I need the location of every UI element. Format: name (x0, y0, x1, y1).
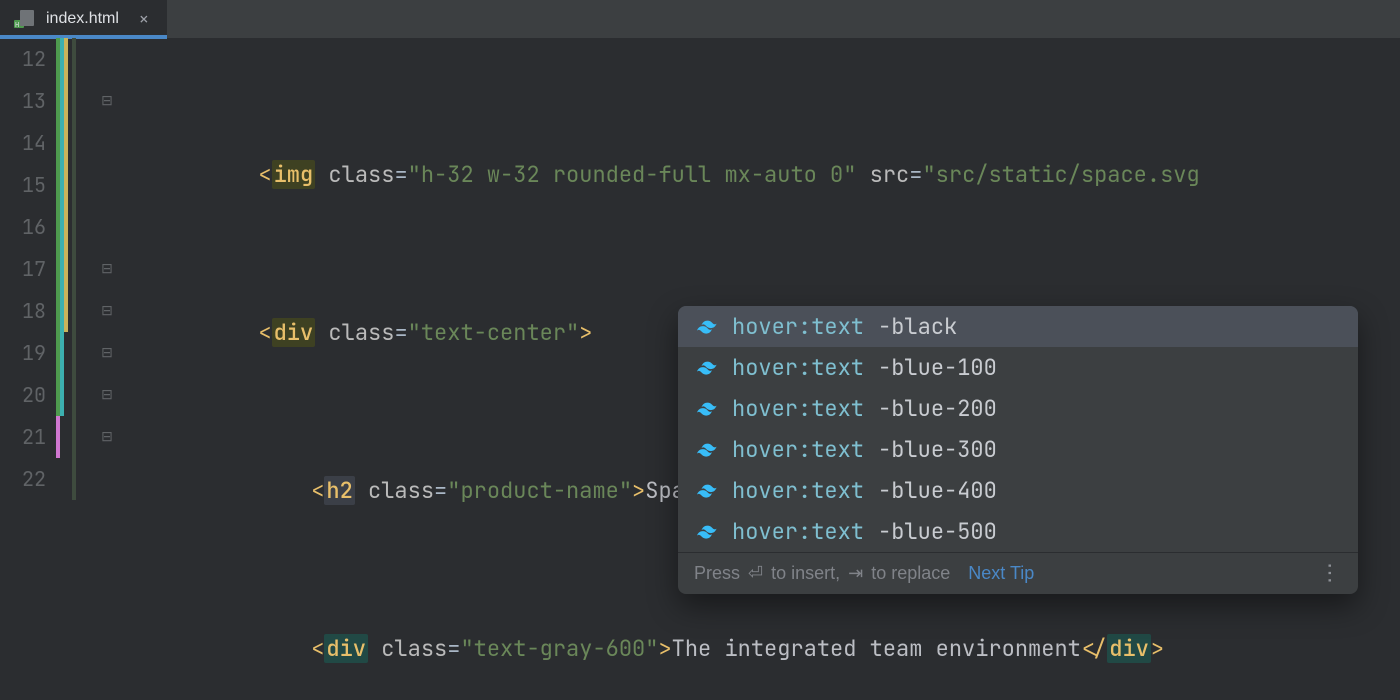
line-number: 18 (0, 290, 56, 332)
close-icon[interactable]: × (135, 10, 153, 28)
line-number: 20 (0, 374, 56, 416)
autocomplete-item-suffix: -blue-400 (878, 476, 997, 505)
autocomplete-item-match: hover:text (732, 517, 864, 546)
autocomplete-item-suffix: -blue-500 (878, 517, 997, 546)
more-options-icon[interactable]: ⋯ (1317, 562, 1343, 586)
html-file-icon: H (14, 10, 36, 28)
autocomplete-item[interactable]: hover:text -blue-500 (678, 511, 1358, 552)
autocomplete-item[interactable]: hover:text -blue-100 (678, 347, 1358, 388)
line-number: 15 (0, 164, 56, 206)
autocomplete-item[interactable]: hover:text -blue-300 (678, 429, 1358, 470)
autocomplete-item-suffix: -blue-200 (878, 394, 997, 423)
autocomplete-item-suffix: -black (878, 312, 957, 341)
tailwind-icon (696, 316, 718, 338)
svg-text:H: H (15, 22, 19, 28)
autocomplete-popup: hover:text-blackhover:text-blue-100hover… (678, 306, 1358, 594)
tailwind-icon (696, 480, 718, 502)
line-number: 17 (0, 248, 56, 290)
code-line[interactable]: <img class="h-32 w-32 rounded-full mx-au… (100, 154, 1400, 196)
hint-text: to replace (871, 563, 950, 584)
line-number: 22 (0, 458, 56, 500)
autocomplete-item[interactable]: hover:text -blue-200 (678, 388, 1358, 429)
line-number: 12 (0, 38, 56, 80)
enter-key-icon: ⏎ (748, 563, 763, 584)
hint-text: to insert, (771, 563, 840, 584)
code-editor[interactable]: 1213141516171819202122 ⊟ ⊟ ⊟ ⊟ ⊟ ⊟ <img … (0, 38, 1400, 700)
tab-key-icon: ⇥ (848, 563, 863, 584)
tailwind-icon (696, 398, 718, 420)
tailwind-icon (696, 357, 718, 379)
line-number: 19 (0, 332, 56, 374)
gutter-stripes (56, 38, 92, 700)
autocomplete-item-match: hover:text (732, 312, 864, 341)
autocomplete-item-suffix: -blue-300 (878, 435, 997, 464)
code-line[interactable]: <div class="text-gray-600">The integrate… (100, 628, 1400, 670)
autocomplete-item-match: hover:text (732, 394, 864, 423)
tailwind-icon (696, 521, 718, 543)
line-number-gutter: 1213141516171819202122 (0, 38, 56, 700)
editor-tabbar: H index.html × (0, 0, 1400, 38)
line-number: 14 (0, 122, 56, 164)
autocomplete-item-match: hover:text (732, 353, 864, 382)
line-number: 13 (0, 80, 56, 122)
autocomplete-item-suffix: -blue-100 (878, 353, 997, 382)
autocomplete-item-match: hover:text (732, 476, 864, 505)
autocomplete-item-match: hover:text (732, 435, 864, 464)
tailwind-icon (696, 439, 718, 461)
autocomplete-item[interactable]: hover:text -black (678, 306, 1358, 347)
line-number: 21 (0, 416, 56, 458)
autocomplete-item[interactable]: hover:text -blue-400 (678, 470, 1358, 511)
autocomplete-hint-bar: Press ⏎ to insert, ⇥ to replace Next Tip… (678, 552, 1358, 594)
next-tip-link[interactable]: Next Tip (968, 563, 1034, 584)
line-number: 16 (0, 206, 56, 248)
tab-filename: index.html (46, 10, 119, 28)
hint-text: Press (694, 563, 740, 584)
editor-tab-index-html[interactable]: H index.html × (0, 0, 167, 38)
